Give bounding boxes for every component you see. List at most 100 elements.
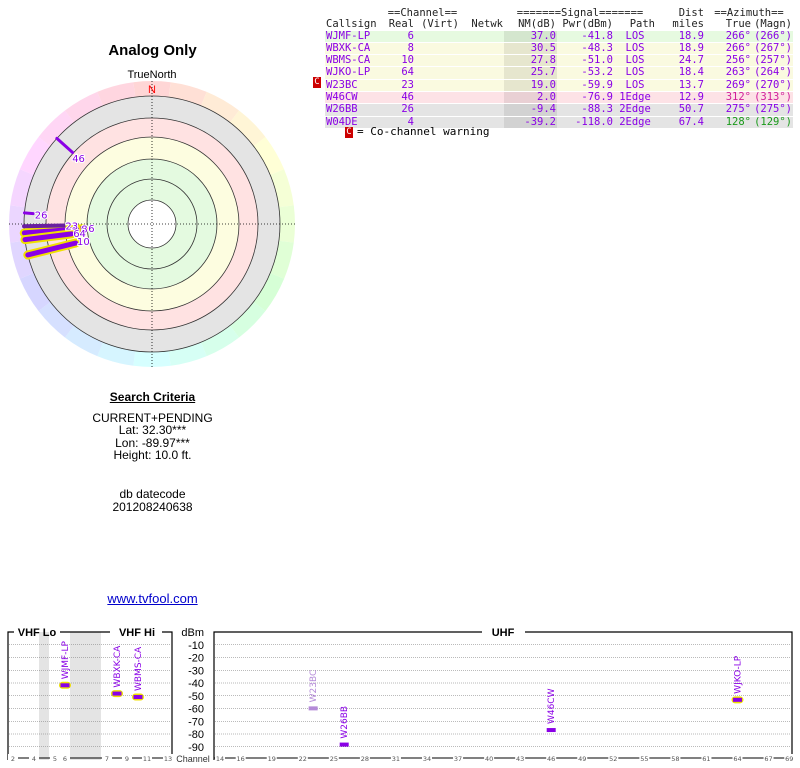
cell-path: LOS <box>614 30 656 43</box>
station-row[interactable]: WBXK-CA 8 30.5 -48.3 LOS 18.9 266° (267°) <box>325 42 793 56</box>
cell-netwk <box>460 30 504 43</box>
station-bar <box>22 211 35 216</box>
dbm-tick-label: -40 <box>188 678 204 690</box>
channel-tick-label: 13 <box>164 755 172 763</box>
tvfool-link[interactable]: www.tvfool.com <box>107 591 197 606</box>
station-row[interactable]: WJMF-LP 6 37.0 -41.8 LOS 18.9 266° (266°) <box>325 30 793 43</box>
station-row[interactable]: WJKO-LP 64 25.7 -53.2 LOS 18.4 263° (264°) <box>325 66 793 80</box>
column-header: True <box>725 18 751 31</box>
cell-magn: (275°) <box>752 104 793 117</box>
cell-pwr: -76.9 <box>557 91 614 105</box>
cell-nm: 19.0 <box>504 79 557 93</box>
channel-tick-label: 61 <box>702 755 710 763</box>
cell-true: 266° <box>705 30 752 43</box>
station-marker-label: W46CW <box>547 688 557 724</box>
cell-magn: (257°) <box>752 54 793 68</box>
channel-tick-label: 40 <box>485 755 493 763</box>
channel-tick-label: 25 <box>330 755 338 763</box>
dbm-tick-label: -60 <box>188 704 204 716</box>
cell-nm: 30.5 <box>504 42 557 56</box>
cell-real: 6 <box>385 30 415 43</box>
column-header: (Magn) <box>754 18 792 31</box>
cell-virt <box>415 66 460 80</box>
station-channel-label: 46 <box>72 154 85 165</box>
criteria-lat: Lat: 32.30*** <box>118 423 187 437</box>
db-datecode-value: 201208240638 <box>112 499 193 514</box>
station-marker-label: W23BC <box>309 670 319 703</box>
channel-tick-label: 64 <box>733 755 741 763</box>
spectrum-chart: -10-20-30-40-50-60-70-80-90 dBm VHF Lo VHF … <box>7 627 795 764</box>
column-header: Pwr(dBm) <box>562 18 613 31</box>
cell-nm: 27.8 <box>504 54 557 68</box>
station-marker <box>339 742 349 747</box>
channel-tick-label: 43 <box>516 755 524 763</box>
station-row[interactable]: W23BC 23 19.0 -59.9 LOS 13.7 269° (270°) <box>325 79 793 93</box>
cell-callsign: W23BC <box>325 79 385 93</box>
cell-path: LOS <box>614 42 656 56</box>
cell-dist: 12.9 <box>656 91 705 105</box>
cell-magn: (129°) <box>752 116 793 129</box>
compass-color-segment <box>278 205 295 243</box>
cochannel-legend-text: = Co-channel warning <box>357 125 490 138</box>
cell-netwk <box>460 54 504 68</box>
station-marker <box>133 695 143 700</box>
station-row[interactable]: W46CW 46 2.0 -76.9 1Edge 12.9 312° (313°) <box>325 91 793 105</box>
criteria-height: Height: 10.0 ft. <box>113 448 192 462</box>
cell-true: 275° <box>705 104 752 117</box>
channel-tick-label: 52 <box>609 755 617 763</box>
station-marker-label: WJMF-LP <box>61 641 71 680</box>
channel-tick-label: 67 <box>764 755 772 763</box>
cell-callsign: W26BB <box>325 104 385 117</box>
dbm-tick-label: -70 <box>188 716 204 728</box>
cell-nm: -39.2 <box>504 116 557 129</box>
column-header: Netwk <box>471 18 503 31</box>
dbm-tick-label: -80 <box>188 729 204 741</box>
column-header: Path <box>629 18 655 31</box>
cell-path: LOS <box>614 67 656 80</box>
vhf-hi-label: VHF Hi <box>119 627 155 639</box>
cell-real: 8 <box>385 42 415 56</box>
cell-virt <box>415 103 460 117</box>
cell-pwr: -41.8 <box>557 30 614 43</box>
dbm-tick-label: -10 <box>188 640 204 652</box>
channel-tick-label: 22 <box>299 755 307 763</box>
cell-nm: 37.0 <box>504 30 557 43</box>
cell-callsign: WJMF-LP <box>325 30 385 43</box>
cell-magn: (267°) <box>752 42 793 56</box>
cell-magn: (270°) <box>752 79 793 93</box>
cell-pwr: -53.2 <box>557 67 614 80</box>
cell-dist: 24.7 <box>656 54 705 68</box>
cell-true: 269° <box>705 79 752 93</box>
cell-netwk <box>460 42 504 56</box>
channel-tick-label: 2 <box>11 755 15 763</box>
station-marker-label: WJKO-LP <box>734 655 744 694</box>
station-row[interactable]: WBMS-CA 10 27.8 -51.0 LOS 24.7 256° (257°) <box>325 54 793 68</box>
station-marker-label: WBXK-CA <box>113 645 123 688</box>
station-marker-label: WBMS-CA <box>134 646 144 691</box>
station-marker-label: W26BB <box>340 706 350 739</box>
station-marker <box>546 728 556 733</box>
channel-tick-label: 6 <box>63 755 67 763</box>
cell-virt <box>415 42 460 56</box>
cell-pwr: -88.3 <box>557 104 614 117</box>
cochannel-legend: C = Co-channel warning <box>345 125 489 138</box>
cell-real: 23 <box>385 79 415 93</box>
cell-netwk <box>460 91 504 105</box>
station-row[interactable]: W26BB 26 -9.4 -88.3 2Edge 50.7 275° (275°) <box>325 103 793 117</box>
station-table: ==Channel== =======Signal======= Dist ==Azi… <box>325 7 793 129</box>
station-bar <box>22 223 66 229</box>
dbm-tick-label: -90 <box>188 742 204 754</box>
column-header: miles <box>672 18 704 31</box>
cell-netwk <box>460 66 504 80</box>
column-header: (Virt) <box>421 18 459 31</box>
station-channel-label: 23 <box>65 221 78 232</box>
channel-tick-label: 49 <box>578 755 586 763</box>
channel-tick-label: 34 <box>423 755 431 763</box>
cell-netwk <box>460 103 504 117</box>
cell-magn: (264°) <box>752 67 793 80</box>
cell-netwk <box>460 79 504 93</box>
channel-tick-label: 5 <box>53 755 57 763</box>
channel-tick-label: 7 <box>105 755 109 763</box>
cell-virt <box>415 54 460 68</box>
cell-dist: 50.7 <box>656 104 705 117</box>
